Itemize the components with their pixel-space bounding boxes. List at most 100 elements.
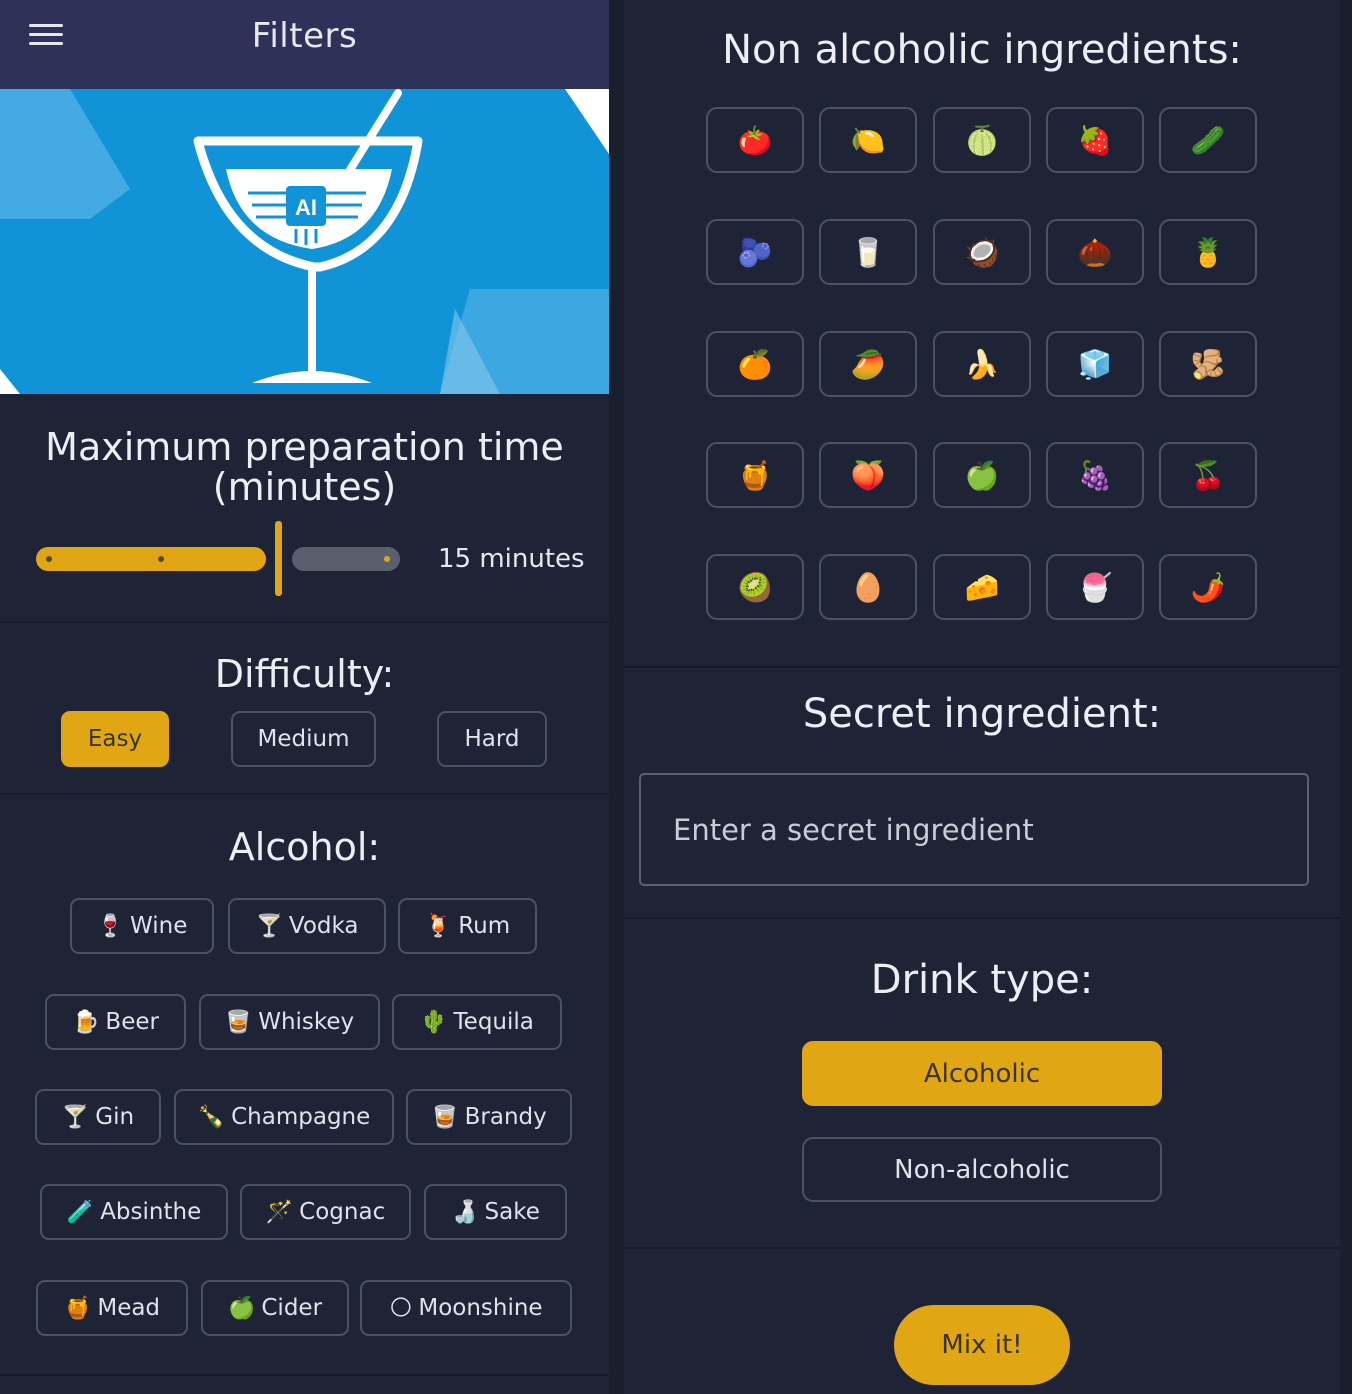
chip-label: Cider — [261, 1295, 323, 1321]
ingredient-pineapple-button[interactable]: 🍍 — [1159, 219, 1257, 285]
ingredient-cherries-button[interactable]: 🍒 — [1159, 442, 1257, 508]
alcohol-chip-absinthe[interactable]: 🧪 Absinthe — [40, 1184, 228, 1240]
chip-label: Absinthe — [100, 1199, 202, 1225]
secret-ingredient-title: Secret ingredient: — [802, 691, 1162, 737]
ingredient-tangerine-button[interactable]: 🍊 — [706, 331, 804, 397]
pineapple-icon: 🍍 — [1190, 235, 1226, 269]
ingredient-ice-cube-button[interactable]: 🧊 — [1046, 331, 1144, 397]
strawberry-icon: 🍓 — [1077, 123, 1113, 157]
divider — [0, 621, 609, 623]
filters-panel: Filters AI Maximum preparation time (min… — [0, 0, 609, 1394]
chip-label: Whiskey — [258, 1009, 355, 1035]
alcohol-chip-vodka[interactable]: 🍸 Vodka — [228, 898, 386, 954]
ingredient-melon-button[interactable]: 🍈 — [933, 107, 1031, 173]
alcohol-chip-gin[interactable]: 🍸 Gin — [35, 1089, 161, 1145]
chip-label: Sake — [484, 1199, 540, 1225]
difficulty-title: Difficulty: — [214, 652, 395, 696]
prep-time-slider-thumb[interactable] — [275, 521, 282, 596]
alcohol-chip-tequila[interactable]: 🌵 Tequila — [392, 994, 562, 1050]
app-bar: Filters — [0, 0, 609, 89]
alcohol-chip-mead[interactable]: 🍯 Mead — [36, 1280, 188, 1336]
prep-time-value: 15 minutes — [438, 544, 585, 574]
alcohol-chip-cider[interactable]: 🍏 Cider — [201, 1280, 349, 1336]
tumbler-glass-icon: 🥃 — [431, 1104, 459, 1130]
difficulty-easy-button[interactable]: Easy — [61, 711, 169, 767]
ingredient-lemon-button[interactable]: 🍋 — [819, 107, 917, 173]
kiwi-icon: 🥝 — [737, 570, 773, 604]
drink-type-alcoholic-button[interactable]: Alcoholic — [802, 1041, 1162, 1106]
ingredient-chestnut-button[interactable]: 🌰 — [1046, 219, 1144, 285]
alcohol-chip-rum[interactable]: 🍹 Rum — [398, 898, 537, 954]
ingredient-grapes-button[interactable]: 🍇 — [1046, 442, 1144, 508]
alcohol-chip-moonshine[interactable]: 🌕 Moonshine — [360, 1280, 572, 1336]
ingredient-coconut-button[interactable]: 🥥 — [933, 219, 1031, 285]
beer-mug-icon: 🍺 — [72, 1009, 100, 1035]
test-tube-icon: 🧪 — [66, 1199, 95, 1225]
magic-wand-icon: 🪄 — [265, 1199, 294, 1225]
alcohol-chip-brandy[interactable]: 🥃 Brandy — [406, 1089, 572, 1145]
ai-chip-text: AI — [295, 195, 317, 220]
honey-pot-icon: 🍯 — [63, 1295, 92, 1321]
prep-time-title: Maximum preparation time — [45, 425, 564, 469]
ingredient-blueberries-button[interactable]: 🫐 — [706, 219, 804, 285]
cucumber-icon: 🥒 — [1190, 123, 1226, 157]
chip-label: Vodka — [288, 913, 359, 939]
mango-icon: 🥭 — [850, 347, 886, 381]
cactus-icon: 🌵 — [420, 1009, 448, 1035]
secret-ingredient-input[interactable] — [639, 773, 1309, 886]
chip-label: Tequila — [453, 1009, 534, 1035]
alcohol-chip-sake[interactable]: 🍶 Sake — [424, 1184, 567, 1240]
green-apple-icon: 🍏 — [964, 458, 1000, 492]
page-title: Filters — [251, 16, 358, 56]
banana-icon: 🍌 — [964, 347, 1000, 381]
drink-type-title: Drink type: — [870, 957, 1094, 1003]
alcohol-chip-cognac[interactable]: 🪄 Cognac — [240, 1184, 411, 1240]
champagne-bottle-icon: 🍾 — [197, 1104, 226, 1130]
slider-tick — [46, 556, 52, 562]
blueberries-icon: 🫐 — [737, 235, 773, 269]
ingredient-strawberry-button[interactable]: 🍓 — [1046, 107, 1144, 173]
chip-label: Wine — [130, 913, 188, 939]
tumbler-glass-icon: 🥃 — [224, 1009, 253, 1035]
difficulty-hard-button[interactable]: Hard — [437, 711, 547, 767]
cocktail-glass-icon: 🍸 — [61, 1104, 90, 1130]
ingredient-cheese-button[interactable]: 🧀 — [933, 554, 1031, 620]
ingredient-cucumber-button[interactable]: 🥒 — [1159, 107, 1257, 173]
chip-label: Brandy — [464, 1104, 547, 1130]
ingredient-kiwi-button[interactable]: 🥝 — [706, 554, 804, 620]
alcohol-chip-whiskey[interactable]: 🥃 Whiskey — [199, 994, 380, 1050]
divider — [624, 1247, 1340, 1249]
alcohol-chip-wine[interactable]: 🍷 Wine — [70, 898, 214, 954]
peach-icon: 🍑 — [850, 458, 886, 492]
ingredient-green-apple-button[interactable]: 🍏 — [933, 442, 1031, 508]
ingredient-chili-pepper-button[interactable]: 🌶️ — [1159, 554, 1257, 620]
mix-it-button[interactable]: Mix it! — [894, 1305, 1070, 1385]
tropical-drink-icon: 🍹 — [424, 913, 453, 939]
slider-track-active[interactable] — [36, 547, 266, 571]
ingredient-peach-button[interactable]: 🍑 — [819, 442, 917, 508]
ingredient-banana-button[interactable]: 🍌 — [933, 331, 1031, 397]
wine-glass-icon: 🍷 — [96, 913, 125, 939]
grapes-icon: 🍇 — [1077, 458, 1113, 492]
chip-label: Champagne — [231, 1104, 371, 1130]
slider-tick — [158, 556, 164, 562]
divider — [624, 666, 1340, 668]
ingredient-tomato-button[interactable]: 🍅 — [706, 107, 804, 173]
ginger-icon: 🫚 — [1190, 347, 1226, 381]
ingredient-mango-button[interactable]: 🥭 — [819, 331, 917, 397]
difficulty-medium-button[interactable]: Medium — [231, 711, 376, 767]
ingredient-shaved-ice-button[interactable]: 🍧 — [1046, 554, 1144, 620]
chip-label: Beer — [105, 1009, 159, 1035]
alcohol-chip-champagne[interactable]: 🍾 Champagne — [174, 1089, 394, 1145]
divider — [624, 917, 1340, 919]
ingredient-milk-button[interactable]: 🥛 — [819, 219, 917, 285]
egg-icon: 🥚 — [850, 570, 886, 604]
ingredient-egg-button[interactable]: 🥚 — [819, 554, 917, 620]
ingredient-ginger-button[interactable]: 🫚 — [1159, 331, 1257, 397]
tangerine-icon: 🍊 — [737, 347, 773, 381]
drink-type-non-alcoholic-button[interactable]: Non-alcoholic — [802, 1137, 1162, 1202]
alcohol-chip-beer[interactable]: 🍺 Beer — [45, 994, 186, 1050]
milk-icon: 🥛 — [850, 235, 886, 269]
ingredient-honey-button[interactable]: 🍯 — [706, 442, 804, 508]
divider — [0, 793, 609, 795]
